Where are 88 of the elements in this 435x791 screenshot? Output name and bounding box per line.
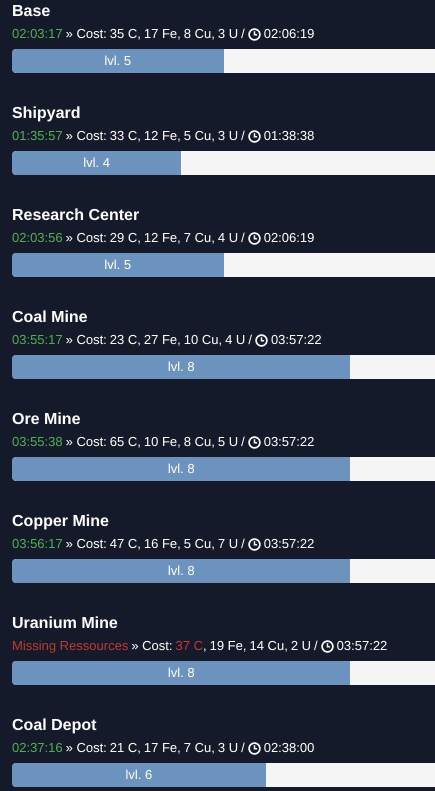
- cost-value: 19 Fe,: [210, 637, 246, 655]
- status-text: 02:03:56: [12, 229, 63, 247]
- cost-label: » Cost:: [66, 739, 107, 757]
- building-name: Copper Mine: [12, 512, 110, 532]
- duration-text: 03:57:22: [264, 433, 314, 451]
- clock-icon: [248, 28, 261, 40]
- duration-text: 03:57:22: [270, 331, 322, 349]
- cost-label: » Cost:: [66, 331, 107, 349]
- status-text: 02:37:16: [12, 739, 63, 757]
- level-label: lvl. 6: [126, 766, 152, 784]
- building-name: Ore Mine: [12, 410, 82, 430]
- cost-label: » Cost:: [66, 433, 107, 451]
- clock-icon: [248, 538, 261, 550]
- cost-value: 3 U: [218, 25, 238, 43]
- cost-value: 4 U: [225, 331, 246, 349]
- cost-value: 5 Cu,: [184, 535, 215, 553]
- clock-icon: [248, 742, 261, 754]
- building-name: Shipyard: [12, 104, 82, 124]
- clock-icon: [248, 130, 261, 142]
- status-text: 03:55:38: [12, 433, 63, 451]
- slash-separator: /: [241, 127, 245, 145]
- cost-value: 7 U: [218, 535, 238, 553]
- cost-value: 2 U: [290, 637, 312, 655]
- cost-value: 33 C,: [110, 127, 141, 145]
- duration-text: 03:57:22: [336, 637, 388, 655]
- clock-icon: [248, 436, 261, 448]
- level-label: lvl. 8: [168, 562, 195, 580]
- level-label: lvl. 5: [104, 52, 132, 70]
- status-text: 01:35:57: [12, 127, 63, 145]
- slash-separator: /: [241, 229, 245, 247]
- status-text: Missing Ressources: [12, 637, 128, 655]
- duration-text: 02:06:19: [264, 25, 314, 43]
- slash-separator: /: [241, 25, 245, 43]
- duration-text: 01:38:38: [264, 127, 314, 145]
- cost-value: 65 C,: [110, 433, 141, 451]
- cost-value: 5 U: [218, 433, 238, 451]
- level-label: lvl. 8: [168, 358, 195, 376]
- slash-separator: /: [314, 637, 318, 655]
- level-label: lvl. 5: [104, 256, 132, 274]
- duration-text: 02:38:00: [264, 739, 314, 757]
- cost-value: 27 Fe,: [144, 331, 181, 349]
- building-name: Base: [12, 2, 52, 22]
- cost-value: 37 C,: [176, 637, 207, 655]
- clock-icon: [320, 640, 334, 652]
- slash-separator: /: [241, 739, 245, 757]
- building-name: Uranium Mine: [12, 614, 119, 634]
- cost-value: 3 U: [218, 127, 238, 145]
- cost-value: 10 Cu,: [184, 331, 222, 349]
- cost-value: 23 C,: [110, 331, 141, 349]
- level-label: lvl. 4: [83, 154, 110, 172]
- cost-label: » Cost:: [66, 229, 107, 247]
- cost-value: 7 Cu,: [184, 229, 215, 247]
- level-label: lvl. 8: [168, 460, 195, 478]
- slash-separator: /: [248, 331, 252, 349]
- cost-value: 17 Fe,: [144, 25, 181, 43]
- cost-label: » Cost:: [131, 637, 173, 655]
- duration-text: 02:06:19: [264, 229, 314, 247]
- clock-icon: [254, 334, 268, 346]
- cost-value: 47 C,: [110, 535, 141, 553]
- status-text: 03:56:17: [12, 535, 63, 553]
- building-name: Coal Depot: [12, 716, 98, 736]
- cost-value: 12 Fe,: [144, 127, 181, 145]
- cost-value: 35 C,: [110, 25, 141, 43]
- status-text: 03:55:17: [12, 331, 63, 349]
- cost-value: 5 Cu,: [184, 127, 215, 145]
- cost-value: 4 U: [218, 229, 238, 247]
- cost-label: » Cost:: [66, 535, 107, 553]
- cost-label: » Cost:: [66, 127, 107, 145]
- slash-separator: /: [241, 535, 245, 553]
- cost-value: 16 Fe,: [144, 535, 181, 553]
- cost-value: 14 Cu,: [249, 637, 288, 655]
- building-name: Research Center: [12, 206, 140, 226]
- clock-icon: [248, 232, 261, 244]
- cost-value: 21 C,: [110, 739, 141, 757]
- level-label: lvl. 8: [168, 664, 195, 682]
- status-text: 02:03:17: [12, 25, 63, 43]
- cost-label: » Cost:: [66, 25, 107, 43]
- cost-value: 17 Fe,: [144, 739, 181, 757]
- cost-value: 3 U: [218, 739, 238, 757]
- building-name: Coal Mine: [12, 308, 89, 328]
- cost-value: 29 C,: [110, 229, 141, 247]
- cost-value: 10 Fe,: [144, 433, 181, 451]
- duration-text: 03:57:22: [264, 535, 314, 553]
- cost-value: 12 Fe,: [144, 229, 181, 247]
- cost-value: 8 Cu,: [184, 433, 215, 451]
- cost-value: 7 Cu,: [184, 739, 215, 757]
- cost-value: 8 Cu,: [184, 25, 215, 43]
- slash-separator: /: [241, 433, 245, 451]
